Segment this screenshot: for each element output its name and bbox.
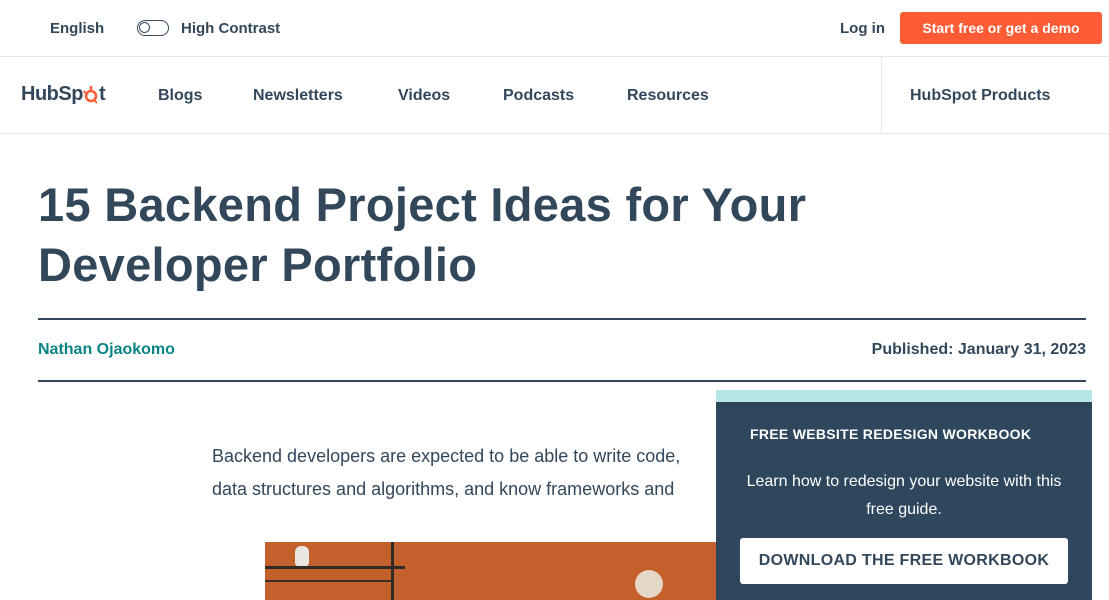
download-workbook-button[interactable]: DOWNLOAD THE FREE WORKBOOK bbox=[740, 538, 1068, 584]
nav-divider bbox=[881, 57, 882, 133]
shelf-shape bbox=[265, 580, 391, 582]
sprocket-icon bbox=[82, 85, 98, 104]
nav-item-newsletters[interactable]: Newsletters bbox=[253, 87, 343, 105]
hero-image bbox=[265, 542, 725, 600]
workbook-popup: FREE WEBSITE REDESIGN WORKBOOK Learn how… bbox=[716, 390, 1092, 600]
article-intro: Backend developers are expected to be ab… bbox=[212, 440, 732, 506]
utility-bar: English High Contrast Log in Start free … bbox=[0, 0, 1109, 57]
language-selector[interactable]: English bbox=[50, 20, 104, 37]
nav-item-blogs[interactable]: Blogs bbox=[158, 87, 202, 105]
popup-stripe bbox=[716, 390, 1092, 402]
intro-line-2: data structures and algorithms, and know… bbox=[212, 479, 675, 499]
high-contrast-toggle[interactable] bbox=[137, 20, 169, 36]
published-date: Published: January 31, 2023 bbox=[871, 341, 1086, 358]
logo-text-left: HubSp bbox=[21, 83, 83, 105]
hubspot-logo[interactable]: HubSp t bbox=[21, 83, 106, 106]
vase-shape bbox=[295, 546, 309, 566]
nav-item-resources[interactable]: Resources bbox=[627, 87, 709, 105]
article-title: 15 Backend Project Ideas for Your Develo… bbox=[38, 178, 807, 291]
popup-heading: FREE WEBSITE REDESIGN WORKBOOK bbox=[750, 426, 1032, 442]
divider bbox=[38, 380, 1086, 382]
toggle-knob bbox=[139, 22, 150, 33]
shelf-shape bbox=[265, 566, 405, 569]
high-contrast-label[interactable]: High Contrast bbox=[181, 20, 280, 37]
lamp-shape bbox=[635, 570, 663, 598]
author-link[interactable]: Nathan Ojaokomo bbox=[38, 341, 175, 359]
logo-text-right: t bbox=[98, 83, 106, 105]
nav-item-podcasts[interactable]: Podcasts bbox=[503, 87, 574, 105]
popup-description: Learn how to redesign your website with … bbox=[746, 473, 1062, 518]
nav-item-videos[interactable]: Videos bbox=[398, 87, 450, 105]
login-link[interactable]: Log in bbox=[840, 20, 885, 37]
main-nav: HubSp t Blogs Newsletters Videos Podcast… bbox=[0, 57, 1109, 134]
nav-item-hubspot-products[interactable]: HubSpot Products bbox=[910, 87, 1050, 105]
intro-line-1: Backend developers are expected to be ab… bbox=[212, 446, 681, 466]
start-free-button[interactable]: Start free or get a demo bbox=[900, 12, 1102, 44]
shelf-post-shape bbox=[391, 542, 394, 600]
divider bbox=[38, 318, 1086, 320]
